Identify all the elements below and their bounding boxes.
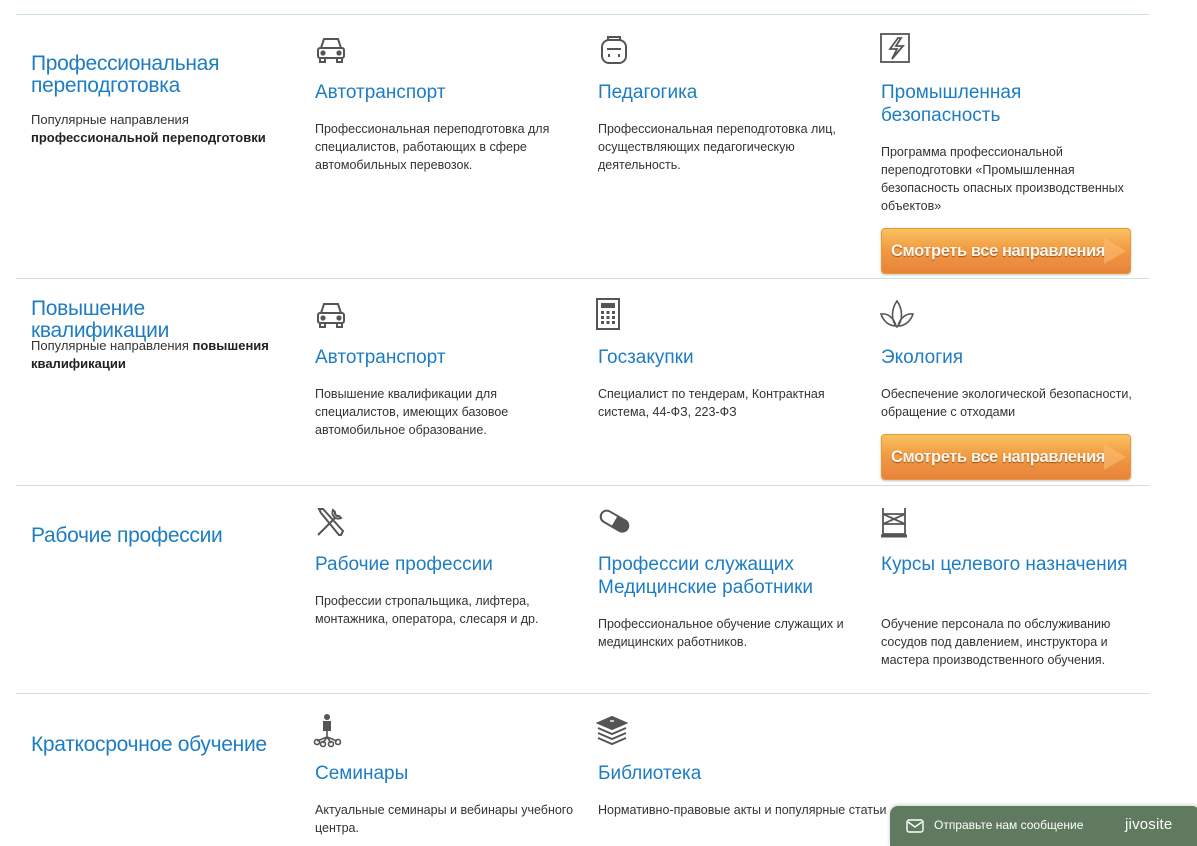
course-title[interactable]: Госзакупки: [598, 346, 858, 369]
section-title[interactable]: Повышение квалификации: [31, 298, 281, 342]
course-title[interactable]: Педагогика: [598, 81, 858, 104]
calculator-icon: [596, 297, 632, 333]
course-title[interactable]: Курсы целевого назначения: [881, 553, 1141, 576]
course-description: Программа профессиональной переподготовк…: [881, 145, 1124, 213]
arrow-right-icon: [1104, 238, 1126, 264]
section-description: Популярные направления повышения квалифи…: [31, 338, 269, 371]
books-icon: [595, 713, 632, 749]
lightning-box-icon: [879, 32, 915, 68]
car-icon: [313, 297, 349, 333]
chat-widget-message: Отправьте нам сообщение: [934, 818, 1084, 832]
course-title[interactable]: Семинары: [315, 762, 575, 785]
courses-page: Профессиональная переподготовка Популярн…: [0, 0, 1197, 846]
leaf-icon: [879, 297, 915, 333]
section-title[interactable]: Рабочие профессии: [31, 525, 281, 547]
section-title[interactable]: Краткосрочное обучение: [31, 734, 281, 756]
backpack-icon: [596, 32, 632, 68]
course-description: Профессии стропальщика, лифтера, монтажн…: [315, 594, 539, 626]
course-description: Профессиональная переподготовка для спец…: [315, 122, 550, 172]
course-description: Обучение персонала по обслуживанию сосуд…: [881, 617, 1111, 667]
tools-icon: [313, 504, 349, 540]
car-icon: [313, 32, 349, 68]
course-description: Профессиональная переподготовка лиц, осу…: [598, 122, 836, 172]
course-title[interactable]: Автотранспорт: [315, 346, 575, 369]
course-title[interactable]: Профессии служащих Медицинские работники: [598, 553, 858, 599]
section-divider: [16, 693, 1149, 694]
section-description: Популярные направления профессиональной …: [31, 112, 266, 145]
section-divider: [16, 278, 1149, 279]
view-all-directions-button[interactable]: Смотреть все направления: [881, 434, 1131, 480]
course-title[interactable]: Экология: [881, 346, 1141, 369]
view-all-directions-button[interactable]: Смотреть все направления: [881, 228, 1131, 274]
envelope-icon: [906, 817, 924, 835]
course-description: Нормативно-правовые акты и популярные ст…: [598, 803, 887, 817]
course-title[interactable]: Библиотека: [598, 762, 858, 785]
section-divider: [16, 14, 1149, 15]
scaffold-icon: [879, 504, 915, 540]
course-title[interactable]: Промышленная безопасность: [881, 81, 1141, 127]
course-description: Специалист по тендерам, Контрактная сист…: [598, 387, 825, 419]
section-title[interactable]: Профессиональная переподготовка: [31, 53, 281, 97]
jivosite-logo: jivosite: [1125, 816, 1173, 833]
section-divider: [16, 485, 1149, 486]
course-title[interactable]: Автотранспорт: [315, 81, 575, 104]
pill-icon: [596, 504, 632, 540]
course-title[interactable]: Рабочие профессии: [315, 553, 575, 576]
chat-widget-button[interactable]: Отправьте нам сообщение jivosite: [890, 806, 1197, 846]
course-description: Актуальные семинары и вебинары учебного …: [315, 803, 574, 835]
course-description: Профессиональное обучение служащих и мед…: [598, 617, 844, 649]
arrow-right-icon: [1104, 444, 1126, 470]
course-description: Обеспечение экологической безопасности, …: [881, 387, 1132, 419]
network-person-icon: [313, 713, 349, 749]
course-description: Повышение квалификации для специалистов,…: [315, 387, 509, 437]
